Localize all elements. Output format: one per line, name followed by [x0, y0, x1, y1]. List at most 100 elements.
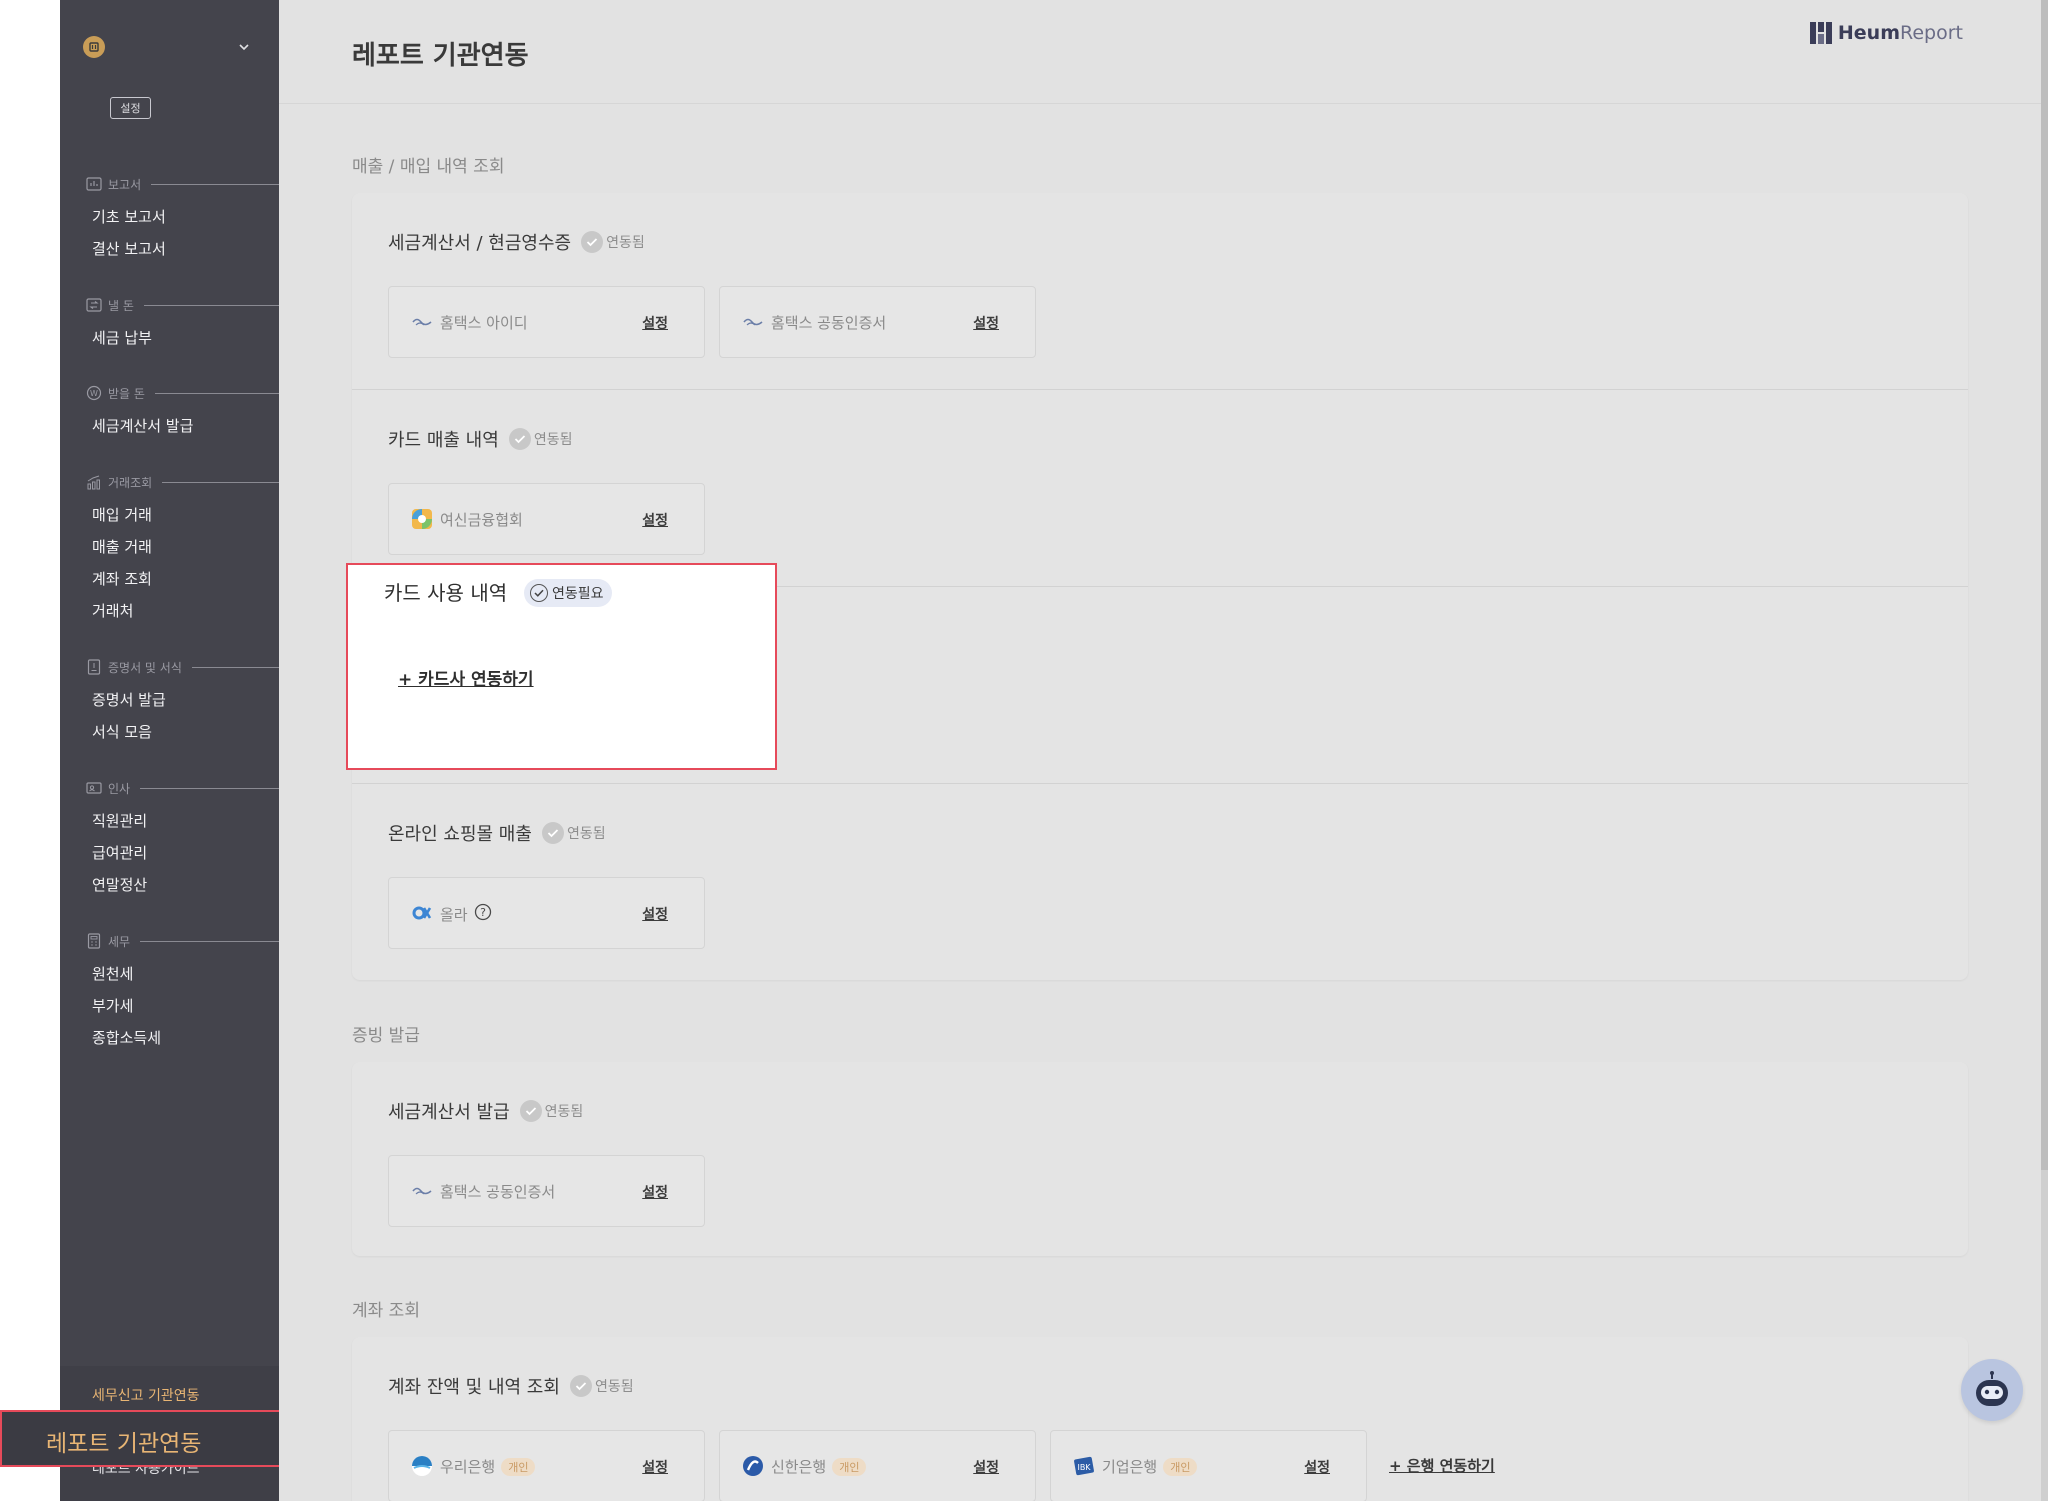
robot-icon	[1976, 1371, 2008, 1406]
settings-link[interactable]: 설정	[642, 313, 668, 333]
connector-hometax-cert: 홈택스 공동인증서 설정	[719, 286, 1036, 358]
section-card-sales: 카드 매출 내역 연동됨	[388, 428, 573, 451]
section-label: 인사	[108, 781, 131, 796]
chatbot-button[interactable]	[1961, 1359, 2023, 1421]
sidebar-item-tax-payment[interactable]: 세금 납부	[92, 327, 152, 349]
section-tax-invoice-issue: 세금계산서 발급 연동됨	[388, 1100, 584, 1123]
hometax-icon	[742, 311, 764, 333]
sidebar-item-settle-report[interactable]: 결산 보고서	[92, 238, 166, 260]
sidebar-item-tax-filing-link[interactable]: 세무신고 기관연동	[92, 1386, 200, 1406]
crefia-logo-icon	[411, 508, 433, 530]
section-label: 증명서 및 서식	[108, 660, 182, 675]
issue-card: 세금계산서 발급 연동됨 홈택스 공동인증서 설정	[352, 1062, 1968, 1256]
personal-tag: 개인	[832, 1457, 867, 1476]
scrollbar-thumb[interactable]	[2041, 0, 2048, 1170]
sidebar-item-forms[interactable]: 서식 모음	[92, 721, 152, 743]
settings-link[interactable]: 설정	[973, 1457, 999, 1477]
section-label: 보고서	[108, 177, 142, 192]
connector-credit-finance-association: 여신금융협회 설정	[388, 483, 705, 555]
company-avatar-icon	[83, 36, 105, 58]
status-badge: 연동필요	[524, 579, 612, 607]
calculator-icon	[86, 933, 102, 949]
status-badge: 연동됨	[569, 1375, 634, 1397]
section-tax: 세무	[86, 931, 279, 951]
add-card-company-link[interactable]: + 카드사 연동하기	[398, 665, 534, 690]
section-cert: 증명서 및 서식	[86, 657, 279, 677]
check-icon	[569, 1375, 592, 1397]
page-header: 레포트 기관연동 HeumReport	[279, 0, 2043, 104]
svg-text:W: W	[90, 389, 98, 398]
status-badge: 연동됨	[581, 231, 645, 253]
sidebar-item-payroll[interactable]: 급여관리	[92, 842, 147, 864]
section-card-usage: 카드 사용 내역 연동필요 + 카드사 연동하기	[346, 563, 777, 770]
check-icon	[541, 822, 564, 844]
check-icon	[519, 1100, 542, 1122]
sidebar-item-sales[interactable]: 매출 거래	[92, 536, 152, 558]
sidebar-account[interactable]	[83, 36, 253, 62]
sidebar-item-label: 레포트 기관연동	[46, 1431, 202, 1457]
settings-link[interactable]: 설정	[642, 510, 668, 530]
olla-logo-icon	[411, 902, 433, 924]
section-report: 보고서	[86, 174, 279, 194]
status-badge: 연동됨	[541, 822, 606, 844]
ibk-bank-icon: IBK	[1073, 1455, 1095, 1477]
settings-button[interactable]: 설정	[110, 97, 151, 119]
report-icon	[86, 176, 102, 192]
connector-olla: 올라 ? 설정	[388, 877, 705, 949]
group-title-issue: 증빙 발급	[352, 1026, 420, 1046]
help-icon[interactable]: ?	[474, 903, 492, 925]
section-receive: W 받을 돈	[86, 383, 279, 403]
section-account-balance: 계좌 잔액 및 내역 조회 연동됨	[388, 1375, 634, 1398]
connector-hometax-cert-issue: 홈택스 공동인증서 설정	[388, 1155, 705, 1227]
section-trade: 거래조회	[86, 472, 279, 492]
connector-ibk-bank: IBK 기업은행 개인 설정	[1050, 1430, 1367, 1501]
hometax-icon	[411, 311, 433, 333]
svg-text:IBK: IBK	[1077, 1463, 1091, 1472]
settings-link[interactable]: 설정	[642, 1457, 668, 1477]
svg-text:?: ?	[480, 906, 486, 919]
won-coin-icon: W	[86, 385, 102, 401]
sidebar-item-partners[interactable]: 거래처	[92, 600, 133, 622]
connector-shinhan-bank: 신한은행 개인 설정	[719, 1430, 1036, 1501]
brand-logo: HeumReport	[1809, 22, 1963, 44]
group-title-sales-purchase: 매출 / 매입 내역 조회	[352, 157, 505, 177]
sidebar-item-report-link[interactable]: 레포트 기관연동	[0, 1410, 303, 1467]
add-bank-link[interactable]: + 은행 연동하기	[1389, 1455, 1495, 1476]
sidebar-item-cert-issue[interactable]: 증명서 발급	[92, 689, 166, 711]
check-icon	[581, 231, 604, 253]
personal-tag: 개인	[1163, 1457, 1198, 1476]
connector-woori-bank: 우리은행 개인 설정	[388, 1430, 705, 1501]
account-card: 계좌 잔액 및 내역 조회 연동됨 우리은행 개인 설정 신한은행 개인 설정 IB…	[352, 1337, 1968, 1501]
section-pay: 낼 돈	[86, 295, 279, 315]
sidebar-item-vat[interactable]: 부가세	[92, 995, 133, 1017]
section-label: 낼 돈	[108, 298, 134, 313]
trend-chart-icon	[86, 474, 102, 490]
settings-link[interactable]: 설정	[1304, 1457, 1330, 1477]
transfer-icon	[86, 297, 102, 313]
sidebar-item-withholding[interactable]: 원천세	[92, 963, 133, 985]
sidebar: 설정 보고서 기초 보고서 결산 보고서 낼 돈 세금 납부 W 받을 돈 세금…	[60, 0, 279, 1501]
chevron-down-icon[interactable]	[235, 38, 253, 56]
vertical-scrollbar[interactable]	[2041, 0, 2048, 1501]
check-circle-icon	[530, 584, 548, 602]
status-badge: 연동됨	[508, 428, 572, 450]
sidebar-item-income-tax[interactable]: 종합소득세	[92, 1027, 161, 1049]
settings-link[interactable]: 설정	[642, 1182, 668, 1202]
sidebar-item-year-end[interactable]: 연말정산	[92, 874, 147, 896]
sidebar-item-basic-report[interactable]: 기초 보고서	[92, 206, 166, 228]
heum-logo-icon	[1809, 22, 1832, 44]
personal-tag: 개인	[501, 1457, 536, 1476]
section-label: 거래조회	[108, 475, 153, 490]
section-online-mall: 온라인 쇼핑몰 매출 연동됨	[388, 822, 606, 845]
settings-link[interactable]: 설정	[973, 313, 999, 333]
section-label: 세무	[108, 934, 131, 949]
group-title-account: 계좌 조회	[352, 1301, 420, 1321]
sidebar-item-employees[interactable]: 직원관리	[92, 810, 147, 832]
sidebar-item-account-lookup[interactable]: 계좌 조회	[92, 568, 152, 590]
section-tax-invoice: 세금계산서 / 현금영수증 연동됨	[388, 231, 645, 254]
sidebar-item-purchase[interactable]: 매입 거래	[92, 504, 152, 526]
sidebar-item-tax-invoice-issue[interactable]: 세금계산서 발급	[92, 415, 193, 437]
status-badge: 연동됨	[519, 1100, 583, 1122]
section-hr: 인사	[86, 778, 279, 798]
settings-link[interactable]: 설정	[642, 904, 668, 924]
